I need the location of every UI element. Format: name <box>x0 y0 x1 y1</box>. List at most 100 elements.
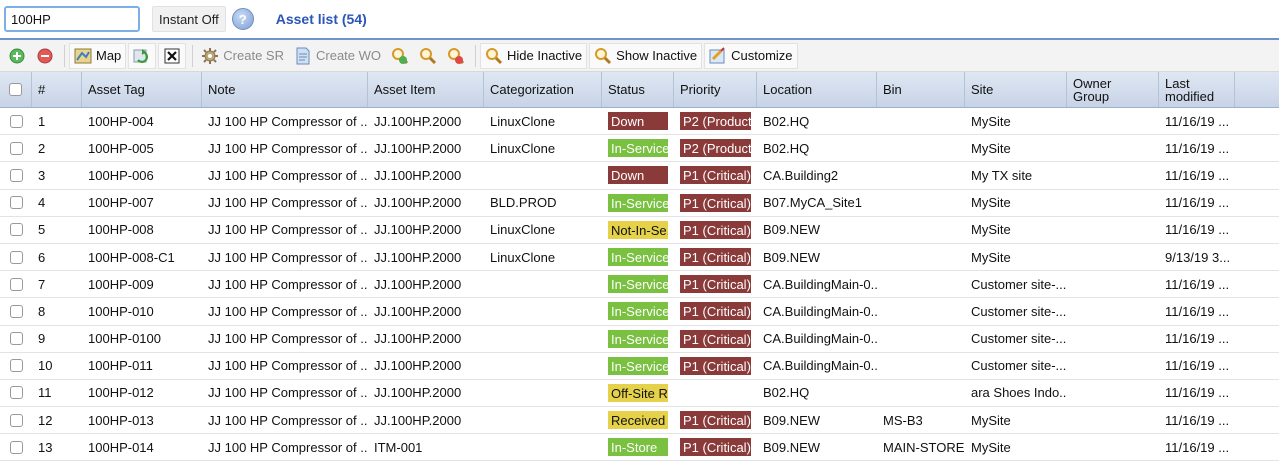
search-red-button[interactable] <box>443 43 469 69</box>
header-categorization[interactable]: Categorization <box>484 72 602 107</box>
header-site[interactable]: Site <box>965 72 1067 107</box>
cell-asset-tag[interactable]: 100HP-008 <box>82 222 202 237</box>
row-checkbox[interactable] <box>9 332 23 346</box>
select-all-checkbox-cell[interactable] <box>0 72 32 107</box>
status-badge: Down <box>608 166 668 185</box>
cell-num: 10 <box>38 358 53 374</box>
cell-last-modified: 11/16/19 ... <box>1165 222 1230 238</box>
help-icon[interactable]: ? <box>231 8 254 30</box>
row-checkbox-cell[interactable] <box>0 141 32 155</box>
row-checkbox-cell[interactable] <box>0 168 32 182</box>
table-row[interactable]: 6 100HP-008-C1 JJ 100 HP Compressor of .… <box>0 243 1279 272</box>
cell-bin: MS-B3 <box>883 412 923 428</box>
header-asset-item[interactable]: Asset Item <box>368 72 484 107</box>
row-checkbox-cell[interactable] <box>0 277 32 291</box>
close-button[interactable] <box>158 42 187 69</box>
row-checkbox[interactable] <box>9 168 23 182</box>
table-row[interactable]: 3 100HP-006 JJ 100 HP Compressor of ... … <box>0 162 1279 190</box>
hide-inactive-button[interactable]: Hide Inactive <box>480 42 588 69</box>
row-checkbox-cell[interactable] <box>0 359 32 373</box>
row-checkbox-cell[interactable] <box>0 304 32 318</box>
row-checkbox[interactable] <box>9 196 23 210</box>
cell-asset-tag[interactable]: 100HP-014 <box>82 440 202 455</box>
row-checkbox[interactable] <box>9 440 23 454</box>
header-last-modified-line1: Last <box>1165 75 1190 91</box>
status-badge: In-Service <box>608 275 668 294</box>
table-row[interactable]: 11 100HP-012 JJ 100 HP Compressor of ...… <box>0 379 1279 408</box>
cell-priority: P1 (Critical) <box>674 329 757 348</box>
cell-asset-tag[interactable]: 100HP-009 <box>82 277 202 292</box>
table-row[interactable]: 5 100HP-008 JJ 100 HP Compressor of ... … <box>0 216 1279 244</box>
remove-button[interactable] <box>32 43 58 69</box>
cell-asset-tag[interactable]: 100HP-005 <box>82 141 202 156</box>
row-checkbox-cell[interactable] <box>0 114 32 128</box>
create-wo-button[interactable]: Create WO <box>290 43 385 69</box>
cell-site: MySite <box>971 439 1011 455</box>
table-row[interactable]: 12 100HP-013 JJ 100 HP Compressor of ...… <box>0 407 1279 435</box>
row-checkbox-cell[interactable] <box>0 386 32 400</box>
header-last-modified-line2: modified <box>1165 88 1215 104</box>
row-checkbox[interactable] <box>9 250 23 264</box>
table-row[interactable]: 10 100HP-011 JJ 100 HP Compressor of ...… <box>0 352 1279 380</box>
header-bin[interactable]: Bin <box>877 72 965 107</box>
table-row[interactable]: 9 100HP-0100 JJ 100 HP Compressor of ...… <box>0 325 1279 353</box>
header-asset-tag[interactable]: Asset Tag <box>82 72 202 107</box>
table-row[interactable]: 7 100HP-009 JJ 100 HP Compressor of ... … <box>0 271 1279 299</box>
cell-asset-tag[interactable]: 100HP-013 <box>82 413 202 428</box>
cell-asset-item: JJ.100HP.2000 <box>374 140 462 156</box>
priority-badge: P2 (Product... <box>680 112 751 131</box>
refresh-button[interactable] <box>128 42 157 69</box>
search-input[interactable] <box>4 6 140 32</box>
cell-asset-tag[interactable]: 100HP-011 <box>82 358 202 373</box>
header-last-modified[interactable]: Last modified <box>1159 72 1235 107</box>
row-checkbox[interactable] <box>9 304 23 318</box>
row-checkbox[interactable] <box>9 277 23 291</box>
row-checkbox-cell[interactable] <box>0 413 32 427</box>
row-checkbox[interactable] <box>9 114 23 128</box>
header-num[interactable]: # <box>32 72 82 107</box>
row-checkbox[interactable] <box>9 223 23 237</box>
row-checkbox-cell[interactable] <box>0 223 32 237</box>
header-status[interactable]: Status <box>602 72 674 107</box>
cell-priority: P1 (Critical) <box>674 438 757 457</box>
cell-asset-tag[interactable]: 100HP-006 <box>82 168 202 183</box>
header-priority[interactable]: Priority <box>674 72 757 107</box>
cell-asset-tag[interactable]: 100HP-010 <box>82 304 202 319</box>
header-note[interactable]: Note <box>202 72 368 107</box>
row-checkbox-cell[interactable] <box>0 332 32 346</box>
cell-asset-tag[interactable]: 100HP-012 <box>82 385 202 400</box>
cell-asset-tag[interactable]: 100HP-004 <box>82 114 202 129</box>
cell-asset-tag[interactable]: 100HP-008-C1 <box>82 250 202 265</box>
map-button[interactable]: Map <box>69 42 127 69</box>
show-inactive-button[interactable]: Show Inactive <box>589 42 703 69</box>
row-checkbox-cell[interactable] <box>0 196 32 210</box>
header-location[interactable]: Location <box>757 72 877 107</box>
row-checkbox[interactable] <box>9 413 23 427</box>
table-row[interactable]: 1 100HP-004 JJ 100 HP Compressor of ... … <box>0 108 1279 136</box>
row-checkbox[interactable] <box>9 359 23 373</box>
cell-last-modified: 11/16/19 ... <box>1165 113 1230 129</box>
cell-last-modified: 11/16/19 ... <box>1165 276 1230 292</box>
row-checkbox-cell[interactable] <box>0 250 32 264</box>
table-row[interactable]: 13 100HP-014 JJ 100 HP Compressor of ...… <box>0 434 1279 462</box>
search-green-button[interactable] <box>387 43 413 69</box>
add-button[interactable] <box>4 43 30 69</box>
create-sr-button[interactable]: Create SR <box>197 43 288 69</box>
table-row[interactable]: 2 100HP-005 JJ 100 HP Compressor of ... … <box>0 135 1279 163</box>
row-checkbox-cell[interactable] <box>0 440 32 454</box>
select-all-checkbox[interactable] <box>9 83 22 96</box>
header-owner-group[interactable]: Owner Group <box>1067 72 1159 107</box>
priority-badge: P1 (Critical) <box>680 438 751 457</box>
row-checkbox[interactable] <box>9 386 23 400</box>
table-row[interactable]: 4 100HP-007 JJ 100 HP Compressor of ... … <box>0 189 1279 217</box>
cell-status: Off-Site R... <box>602 383 674 402</box>
cell-site: My TX site <box>971 167 1033 183</box>
cell-asset-tag[interactable]: 100HP-007 <box>82 195 202 210</box>
cell-asset-tag[interactable]: 100HP-0100 <box>82 331 202 346</box>
customize-button[interactable]: Customize <box>704 42 798 69</box>
search-plain-button[interactable] <box>415 43 441 69</box>
table-row[interactable]: 8 100HP-010 JJ 100 HP Compressor of ... … <box>0 298 1279 326</box>
row-checkbox[interactable] <box>9 141 23 155</box>
priority-badge: P1 (Critical) <box>680 329 751 348</box>
instant-toggle-button[interactable]: Instant Off <box>152 6 226 32</box>
